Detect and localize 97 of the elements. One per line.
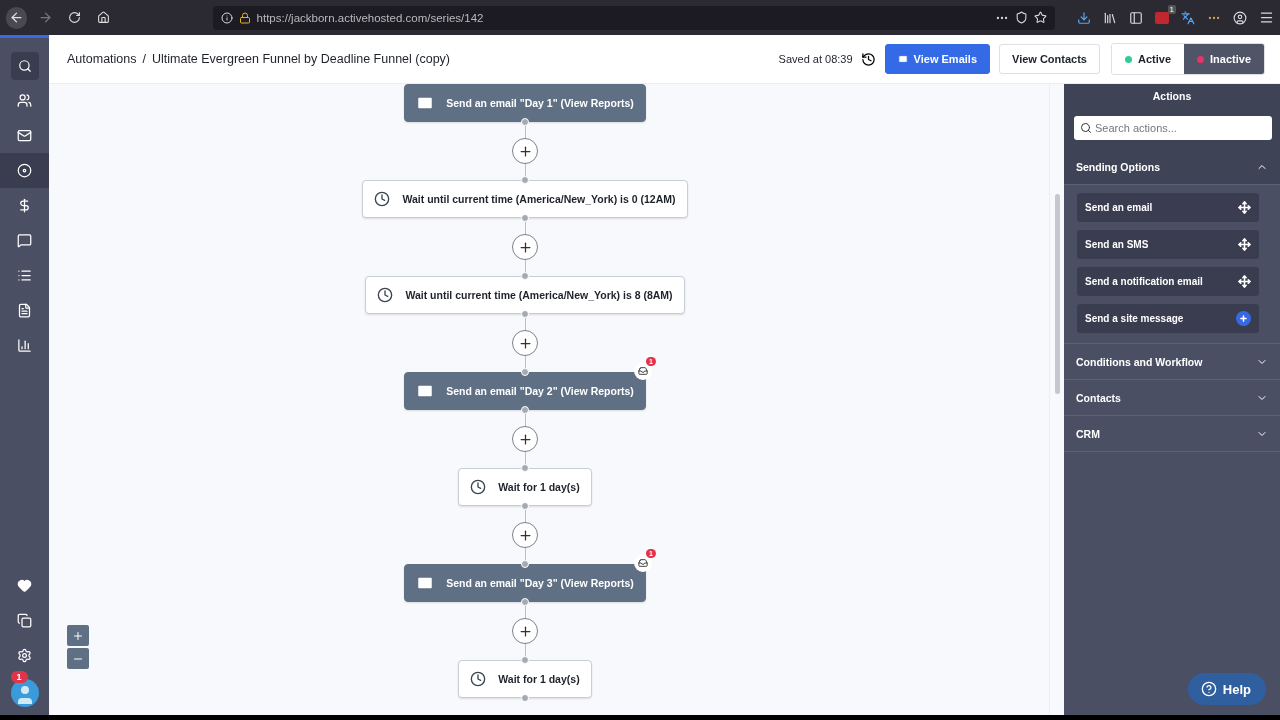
- add-step-button[interactable]: [512, 234, 538, 260]
- notification-badge: 1: [10, 671, 28, 683]
- account-icon[interactable]: [1233, 10, 1247, 25]
- clock-icon: [377, 287, 394, 303]
- breadcrumb-separator: /: [142, 52, 146, 66]
- contacts-icon: [17, 93, 32, 108]
- reload-icon: [68, 11, 82, 24]
- wait-step[interactable]: Wait for 1 day(s): [458, 660, 592, 698]
- extension-icon[interactable]: [1155, 11, 1169, 24]
- back-button[interactable]: [6, 6, 28, 29]
- add-step-button[interactable]: [512, 522, 538, 548]
- arrow-right-icon: [38, 10, 54, 25]
- mail-icon: [416, 94, 435, 112]
- library-icon[interactable]: [1103, 10, 1117, 25]
- heart-icon: [17, 578, 32, 593]
- settings-icon: [17, 648, 32, 663]
- drag-icon: [1238, 201, 1251, 214]
- add-icon: [1236, 311, 1251, 326]
- help-icon: [1200, 681, 1217, 697]
- add-step-button[interactable]: [512, 426, 538, 452]
- wait-step[interactable]: Wait until current time (America/New_York) is 0 (12AM): [362, 180, 688, 218]
- copy-icon: [17, 613, 32, 628]
- arrow-left-icon: [9, 10, 25, 25]
- plus-icon: [517, 239, 533, 255]
- mail-icon: [897, 54, 908, 64]
- drag-icon: [1238, 238, 1251, 251]
- plus-icon: [517, 623, 533, 639]
- home-icon: [97, 11, 111, 24]
- message-icon: [17, 233, 32, 248]
- mail-icon: [416, 382, 435, 400]
- document-icon: [17, 303, 32, 318]
- dollar-icon: [17, 198, 32, 213]
- action-item[interactable]: Send an SMS: [1077, 230, 1259, 259]
- connector-dot: [521, 694, 529, 702]
- connector-dot: [521, 272, 529, 280]
- email-step[interactable]: Send an email "Day 1" (View Reports): [404, 84, 646, 122]
- mail-icon: [17, 128, 32, 143]
- add-step-button[interactable]: [512, 618, 538, 644]
- wait-step[interactable]: Wait for 1 day(s): [458, 468, 592, 506]
- clock-icon: [470, 479, 487, 495]
- section-header[interactable]: Sending Options: [1064, 149, 1280, 185]
- search-button[interactable]: [10, 51, 39, 80]
- add-step-button[interactable]: [512, 138, 538, 164]
- shield-icon[interactable]: [1015, 11, 1028, 24]
- panel-title: Actions: [1064, 84, 1280, 108]
- lock-icon: [238, 11, 251, 24]
- view-contacts-button[interactable]: View Contacts: [999, 44, 1100, 74]
- translate-icon[interactable]: [1181, 10, 1195, 25]
- help-button[interactable]: Help: [1187, 673, 1266, 705]
- plus-icon: [517, 527, 533, 543]
- star-icon[interactable]: [1034, 11, 1047, 24]
- address-bar[interactable]: https://jackborn.activehosted.com/series/142: [212, 5, 1055, 30]
- connector-dot: [521, 176, 529, 184]
- search-icon: [17, 58, 32, 73]
- url-text: https://jackborn.activehosted.com/series/142: [256, 11, 485, 24]
- connector-dot: [521, 656, 529, 664]
- email-step[interactable]: Send an email "Day 3" (View Reports): [404, 564, 646, 602]
- list-icon: [17, 268, 32, 283]
- action-item[interactable]: Send a notification email: [1077, 267, 1259, 296]
- connector-dot: [521, 560, 529, 568]
- plus-icon: [72, 629, 84, 642]
- plus-icon: [517, 335, 533, 351]
- mail-icon: [416, 574, 435, 592]
- note-icon[interactable]: [633, 554, 652, 572]
- scrollbar-thumb[interactable]: [1054, 194, 1060, 394]
- sidebar-icon[interactable]: [1129, 10, 1143, 25]
- connector-dot: [521, 464, 529, 472]
- sidebar-item[interactable]: [0, 153, 49, 188]
- plus-icon: [517, 431, 533, 447]
- download-icon[interactable]: [1077, 10, 1091, 25]
- zoom-in-button[interactable]: [67, 625, 89, 646]
- automation-icon: [17, 163, 32, 178]
- automation-title: Ultimate Evergreen Funnel by Deadline Funnel (copy): [151, 52, 451, 66]
- chart-icon: [17, 338, 32, 353]
- drag-icon: [1238, 275, 1251, 288]
- action-item[interactable]: Send a site message: [1077, 304, 1259, 333]
- status-toggle[interactable]: Inactive: [1184, 44, 1264, 74]
- breadcrumb-link[interactable]: Automations: [67, 52, 137, 66]
- clock-icon: [374, 191, 391, 207]
- action-item[interactable]: Send an email: [1077, 193, 1259, 222]
- email-step[interactable]: Send an email "Day 2" (View Reports): [404, 372, 646, 410]
- wait-step[interactable]: Wait until current time (America/New_York) is 8 (8AM): [365, 276, 685, 314]
- info-icon: [220, 11, 233, 24]
- view-emails-button[interactable]: View Emails: [884, 44, 990, 74]
- add-step-button[interactable]: [512, 330, 538, 356]
- plus-icon: [517, 143, 533, 159]
- search-field[interactable]: Search actions...: [1074, 116, 1272, 140]
- connector-dot: [521, 368, 529, 376]
- note-icon[interactable]: [633, 362, 652, 380]
- zoom-out-button[interactable]: [67, 648, 89, 669]
- extension-badge: 1: [1167, 4, 1176, 14]
- menu-icon[interactable]: [1259, 10, 1274, 25]
- history-icon[interactable]: [860, 51, 876, 67]
- search-icon: [1080, 122, 1092, 134]
- avatar[interactable]: [10, 679, 39, 707]
- clock-icon: [470, 671, 487, 687]
- saved-status: Saved at 08:39: [778, 53, 853, 65]
